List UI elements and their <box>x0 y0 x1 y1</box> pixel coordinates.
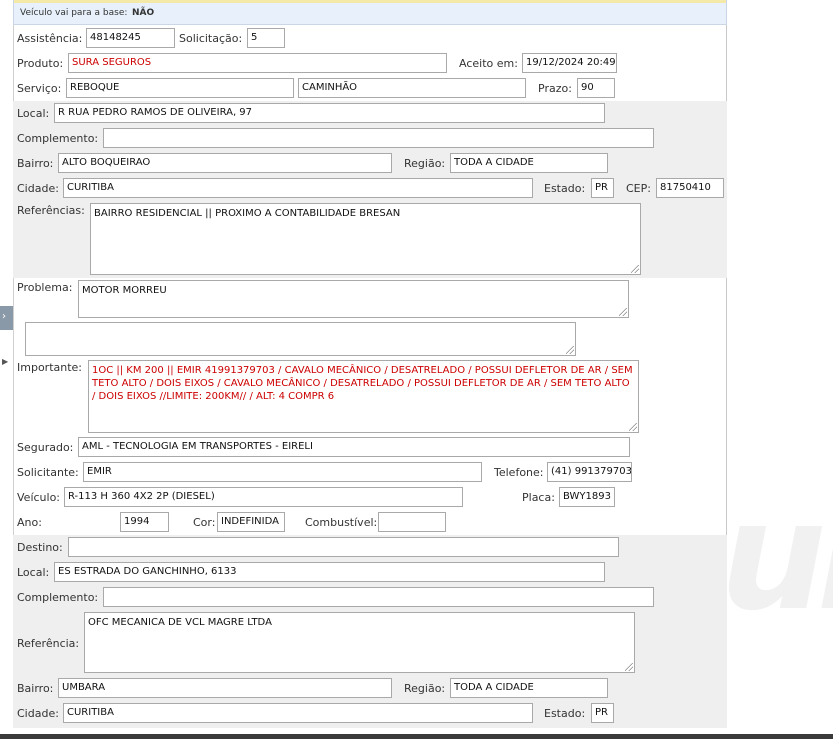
cor-field[interactable]: INDEFINIDA <box>217 512 285 532</box>
watermark: ui <box>720 470 833 644</box>
destino-bairro-field[interactable]: UMBARA <box>58 678 392 698</box>
importante-textarea[interactable]: 1OC || KM 200 || EMIR 41991379703 / CAVA… <box>88 360 639 433</box>
veiculo-field[interactable]: R-113 H 360 4X2 2P (DIESEL) <box>64 487 463 507</box>
chevron-right-icon: › <box>2 311 6 322</box>
destino-referencia-label: Referência: <box>17 637 80 650</box>
combustivel-label: Combustível: <box>305 516 378 529</box>
resize-grip-icon[interactable] <box>625 663 633 671</box>
segurado-field[interactable]: AML - TECNOLOGIA EM TRANSPORTES - EIRELI <box>78 437 630 457</box>
destino-estado-field[interactable]: PR <box>591 703 614 723</box>
destino-complemento-field[interactable] <box>103 587 654 607</box>
origem-regiao-label: Região: <box>404 157 446 170</box>
resize-grip-icon[interactable] <box>631 265 639 273</box>
servico-type-field[interactable]: CAMINHÃO <box>298 78 526 98</box>
produto-label: Produto: <box>17 57 64 70</box>
resize-grip-icon[interactable] <box>566 346 574 354</box>
destino-complemento-label: Complemento: <box>17 591 99 604</box>
aceito-label: Aceito em: <box>459 57 518 70</box>
problema-extra-textarea[interactable] <box>25 322 576 356</box>
assistencia-field[interactable]: 48148245 <box>86 28 175 48</box>
telefone-label: Telefone: <box>494 466 544 479</box>
origem-complemento-label: Complemento: <box>17 132 99 145</box>
servico-field[interactable]: REBOQUE <box>66 78 294 98</box>
origem-estado-label: Estado: <box>544 182 586 195</box>
ano-field[interactable]: 1994 <box>120 512 169 532</box>
problema-textarea[interactable]: MOTOR MORREU <box>78 280 629 318</box>
ano-label: Ano: <box>17 516 42 529</box>
resize-grip-icon[interactable] <box>619 308 627 316</box>
origem-estado-field[interactable]: PR <box>591 178 614 198</box>
combustivel-field[interactable] <box>378 512 446 532</box>
produto-field[interactable]: SURA SEGUROS <box>68 53 447 73</box>
servico-label: Serviço: <box>17 82 62 95</box>
origem-bairro-field[interactable]: ALTO BOQUEIRAO <box>58 153 392 173</box>
origem-regiao-field[interactable]: TODA A CIDADE <box>450 153 608 173</box>
destino-cidade-label: Cidade: <box>17 707 59 720</box>
placa-label: Placa: <box>522 491 555 504</box>
taskbar-strip <box>0 734 833 739</box>
destino-estado-label: Estado: <box>544 707 586 720</box>
importante-label: Importante: <box>17 361 83 374</box>
importante-text: 1OC || KM 200 || EMIR 41991379703 / CAVA… <box>92 365 633 402</box>
problema-text: MOTOR MORREU <box>82 285 167 296</box>
solicitacao-field[interactable]: 5 <box>247 28 285 48</box>
triangle-right-icon[interactable]: ▶ <box>2 357 8 366</box>
base-value: NÃO <box>132 8 155 18</box>
aceito-field[interactable]: 19/12/2024 20:49 <box>522 53 617 73</box>
prazo-field[interactable]: 90 <box>577 78 615 98</box>
resize-grip-icon[interactable] <box>629 423 637 431</box>
problema-label: Problema: <box>17 281 73 294</box>
origem-referencias-label: Referências: <box>17 204 85 217</box>
solicitante-field[interactable]: EMIR <box>83 462 482 482</box>
prazo-label: Prazo: <box>538 82 572 95</box>
origem-referencias-textarea[interactable]: BAIRRO RESIDENCIAL || PROXIMO A CONTABIL… <box>90 203 641 275</box>
info-bar: Veículo vai para a base: NÃO <box>13 0 727 25</box>
veiculo-label: Veículo: <box>17 491 61 504</box>
origem-bairro-label: Bairro: <box>17 157 54 170</box>
info-bar-strip <box>14 0 726 3</box>
origem-referencias-text: BAIRRO RESIDENCIAL || PROXIMO A CONTABIL… <box>94 208 401 219</box>
cor-label: Cor: <box>193 516 216 529</box>
origem-complemento-field[interactable] <box>103 128 654 148</box>
assistencia-label: Assistência: <box>17 32 83 45</box>
destino-referencia-text: OFC MECANICA DE VCL MAGRE LTDA <box>88 617 272 628</box>
destino-regiao-field[interactable]: TODA A CIDADE <box>450 678 608 698</box>
destino-bairro-label: Bairro: <box>17 682 54 695</box>
destino-referencia-textarea[interactable]: OFC MECANICA DE VCL MAGRE LTDA <box>84 612 635 673</box>
destino-label: Destino: <box>17 541 63 554</box>
origem-cep-label: CEP: <box>626 182 651 195</box>
base-label: Veículo vai para a base: <box>20 8 128 18</box>
origem-local-label: Local: <box>17 107 50 120</box>
telefone-field[interactable]: (41) 991379703 <box>547 462 632 482</box>
origem-cidade-label: Cidade: <box>17 182 59 195</box>
destino-cidade-field[interactable]: CURITIBA <box>63 703 533 723</box>
origem-cidade-field[interactable]: CURITIBA <box>63 178 533 198</box>
destino-field[interactable] <box>68 537 619 557</box>
origem-local-field[interactable]: R RUA PEDRO RAMOS DE OLIVEIRA, 97 <box>54 103 605 123</box>
side-panel-toggle[interactable]: › <box>0 306 13 330</box>
solicitante-label: Solicitante: <box>17 466 79 479</box>
destino-local-field[interactable]: ES ESTRADA DO GANCHINHO, 6133 <box>54 562 605 582</box>
solicitacao-label: Solicitação: <box>179 32 243 45</box>
origem-cep-field[interactable]: 81750410 <box>656 178 724 198</box>
placa-field[interactable]: BWY1893 <box>559 487 615 507</box>
destino-local-label: Local: <box>17 566 50 579</box>
segurado-label: Segurado: <box>17 441 74 454</box>
destino-regiao-label: Região: <box>404 682 446 695</box>
